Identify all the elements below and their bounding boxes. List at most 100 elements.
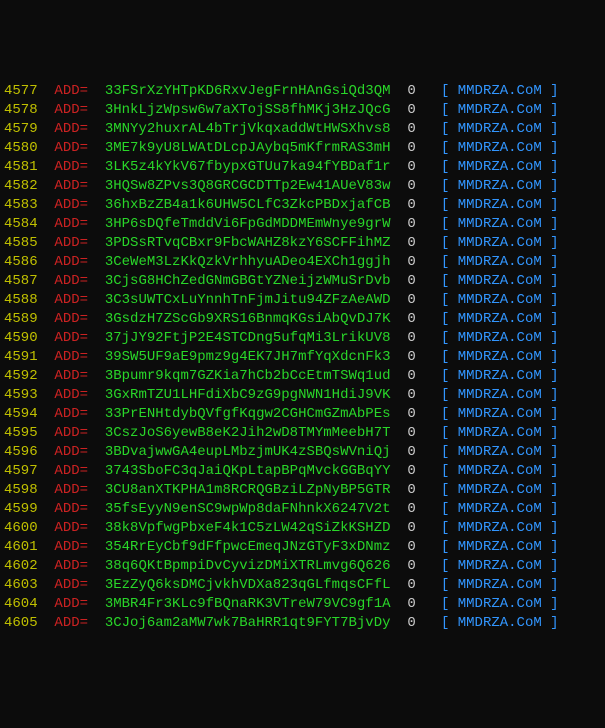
- source-tag: MMDRZA.CoM: [458, 159, 542, 175]
- output-row: 4595 ADD= 3CszJoS6yewB8eK2Jih2wD8TMYmMee…: [4, 424, 601, 443]
- source-tag: MMDRZA.CoM: [458, 444, 542, 460]
- line-number: 4588: [4, 292, 38, 308]
- bracket-open: [: [441, 178, 449, 194]
- line-number: 4595: [4, 425, 38, 441]
- source-tag: MMDRZA.CoM: [458, 501, 542, 517]
- value: 0: [407, 425, 415, 441]
- address-hash: 3C3sUWTCxLuYnnhTnFjmJitu94ZFzAeAWD: [105, 292, 391, 308]
- line-number: 4594: [4, 406, 38, 422]
- address-hash: 38q6QKtBpmpiDvCyvizDMiXTRLmvg6Q626: [105, 558, 391, 574]
- bracket-open: [: [441, 273, 449, 289]
- value: 0: [407, 102, 415, 118]
- bracket-close: ]: [550, 482, 558, 498]
- output-row: 4589 ADD= 3GsdzH7ZScGb9XRS16BnmqKGsiAbQv…: [4, 310, 601, 329]
- value: 0: [407, 349, 415, 365]
- address-hash: 36hxBzZB4a1k6UHW5CLfC3ZkcPBDxjafCB: [105, 197, 391, 213]
- bracket-close: ]: [550, 577, 558, 593]
- source-tag: MMDRZA.CoM: [458, 292, 542, 308]
- value: 0: [407, 83, 415, 99]
- source-tag: MMDRZA.CoM: [458, 482, 542, 498]
- address-hash: 3Bpumr9kqm7GZKia7hCb2bCcEtmTSWq1ud: [105, 368, 391, 384]
- address-hash: 3CjsG8HChZedGNmGBGtYZNeijzWMuSrDvb: [105, 273, 391, 289]
- value: 0: [407, 235, 415, 251]
- address-hash: 35fsEyyN9enSC9wpWp8daFNhnkX6247V2t: [105, 501, 391, 517]
- add-label: ADD=: [54, 596, 88, 612]
- line-number: 4596: [4, 444, 38, 460]
- source-tag: MMDRZA.CoM: [458, 596, 542, 612]
- bracket-close: ]: [550, 520, 558, 536]
- bracket-open: [: [441, 102, 449, 118]
- bracket-close: ]: [550, 444, 558, 460]
- bracket-open: [: [441, 444, 449, 460]
- line-number: 4579: [4, 121, 38, 137]
- line-number: 4600: [4, 520, 38, 536]
- bracket-open: [: [441, 368, 449, 384]
- value: 0: [407, 216, 415, 232]
- terminal-output: 4577 ADD= 33FSrXzYHTpKD6RxvJegFrnHAnGsiQ…: [4, 82, 601, 633]
- bracket-close: ]: [550, 349, 558, 365]
- value: 0: [407, 254, 415, 270]
- output-row: 4578 ADD= 3HnkLjzWpsw6w7aXTojSS8fhMKj3Hz…: [4, 101, 601, 120]
- bracket-open: [: [441, 216, 449, 232]
- value: 0: [407, 482, 415, 498]
- value: 0: [407, 387, 415, 403]
- bracket-close: ]: [550, 615, 558, 631]
- source-tag: MMDRZA.CoM: [458, 463, 542, 479]
- value: 0: [407, 121, 415, 137]
- address-hash: 39SW5UF9aE9pmz9g4EK7JH7mfYqXdcnFk3: [105, 349, 391, 365]
- add-label: ADD=: [54, 615, 88, 631]
- line-number: 4587: [4, 273, 38, 289]
- value: 0: [407, 558, 415, 574]
- address-hash: 3EzZyQ6ksDMCjvkhVDXa823qGLfmqsCFfL: [105, 577, 391, 593]
- add-label: ADD=: [54, 311, 88, 327]
- add-label: ADD=: [54, 216, 88, 232]
- source-tag: MMDRZA.CoM: [458, 216, 542, 232]
- value: 0: [407, 330, 415, 346]
- add-label: ADD=: [54, 121, 88, 137]
- bracket-close: ]: [550, 254, 558, 270]
- address-hash: 3BDvajwwGA4eupLMbzjmUK4zSBQsWVniQj: [105, 444, 391, 460]
- bracket-close: ]: [550, 501, 558, 517]
- bracket-open: [: [441, 406, 449, 422]
- address-hash: 3ME7k9yU8LWAtDLcpJAybq5mKfrmRAS3mH: [105, 140, 391, 156]
- line-number: 4581: [4, 159, 38, 175]
- line-number: 4578: [4, 102, 38, 118]
- add-label: ADD=: [54, 140, 88, 156]
- add-label: ADD=: [54, 501, 88, 517]
- bracket-open: [: [441, 311, 449, 327]
- value: 0: [407, 368, 415, 384]
- source-tag: MMDRZA.CoM: [458, 178, 542, 194]
- output-row: 4591 ADD= 39SW5UF9aE9pmz9g4EK7JH7mfYqXdc…: [4, 348, 601, 367]
- line-number: 4601: [4, 539, 38, 555]
- line-number: 4585: [4, 235, 38, 251]
- bracket-close: ]: [550, 463, 558, 479]
- bracket-open: [: [441, 463, 449, 479]
- bracket-close: ]: [550, 596, 558, 612]
- add-label: ADD=: [54, 425, 88, 441]
- bracket-close: ]: [550, 178, 558, 194]
- bracket-close: ]: [550, 387, 558, 403]
- line-number: 4589: [4, 311, 38, 327]
- source-tag: MMDRZA.CoM: [458, 425, 542, 441]
- line-number: 4605: [4, 615, 38, 631]
- line-number: 4597: [4, 463, 38, 479]
- value: 0: [407, 615, 415, 631]
- bracket-open: [: [441, 330, 449, 346]
- output-row: 4590 ADD= 37jJY92FtjP2E4STCDng5ufqMi3Lri…: [4, 329, 601, 348]
- line-number: 4602: [4, 558, 38, 574]
- address-hash: 3GxRmTZU1LHFdiXbC9zG9pgNWN1HdiJ9VK: [105, 387, 391, 403]
- address-hash: 3HP6sDQfeTmddVi6FpGdMDDMEmWnye9grW: [105, 216, 391, 232]
- bracket-open: [: [441, 558, 449, 574]
- bracket-open: [: [441, 254, 449, 270]
- line-number: 4584: [4, 216, 38, 232]
- output-row: 4597 ADD= 3743SboFC3qJaiQKpLtapBPqMvckGG…: [4, 462, 601, 481]
- add-label: ADD=: [54, 330, 88, 346]
- value: 0: [407, 520, 415, 536]
- address-hash: 3CeWeM3LzKkQzkVrhhyuADeo4EXCh1ggjh: [105, 254, 391, 270]
- line-number: 4599: [4, 501, 38, 517]
- add-label: ADD=: [54, 178, 88, 194]
- add-label: ADD=: [54, 159, 88, 175]
- add-label: ADD=: [54, 349, 88, 365]
- value: 0: [407, 311, 415, 327]
- output-row: 4587 ADD= 3CjsG8HChZedGNmGBGtYZNeijzWMuS…: [4, 272, 601, 291]
